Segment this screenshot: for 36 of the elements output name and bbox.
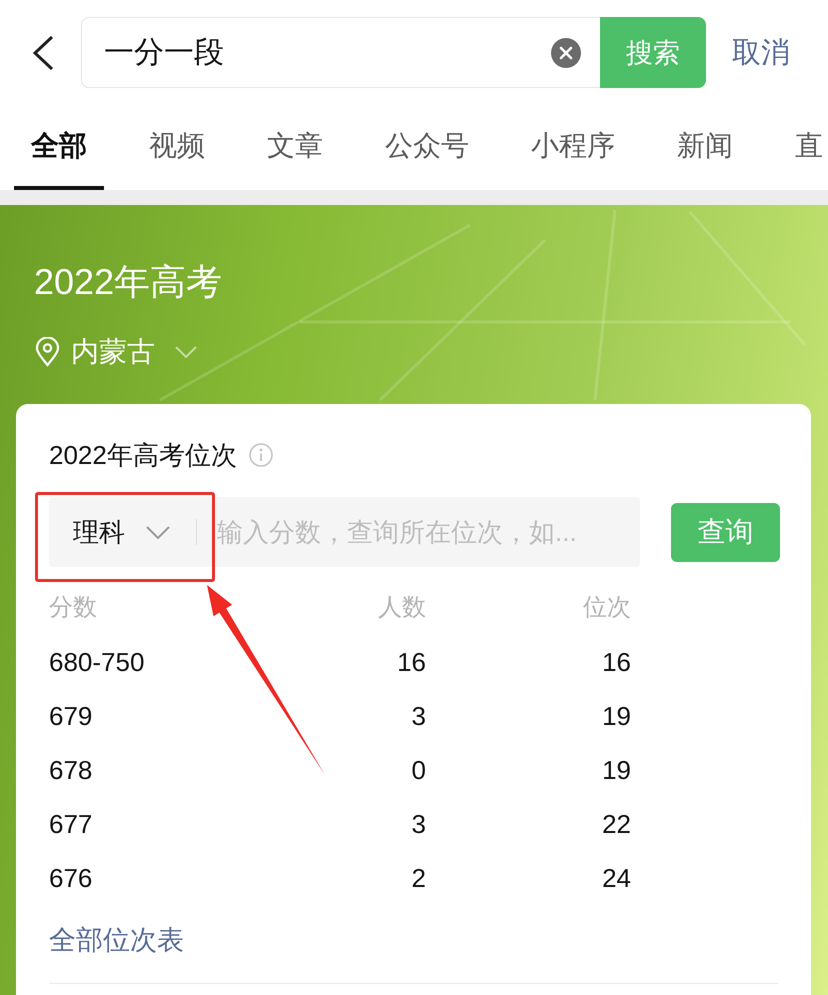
column-header: 分数 (49, 593, 98, 623)
score-input[interactable]: 输入分数，查询所在位次，如... (197, 497, 640, 567)
location-pin-icon (35, 337, 60, 367)
table-cell-text: 22 (602, 808, 631, 841)
table-cell-text: 3 (412, 808, 426, 841)
table-cell-text: 676 (49, 862, 94, 895)
table-cell-text: 2 (412, 862, 426, 895)
back-icon[interactable] (31, 35, 55, 71)
table-cell-text: 16 (602, 646, 631, 679)
table-cell-text: 680-750 (49, 646, 146, 679)
tab[interactable]: 文章 (250, 105, 340, 190)
tab[interactable]: 视频 (132, 105, 222, 190)
chevron-down-icon (175, 346, 197, 358)
tab[interactable]: 小程序 (514, 105, 632, 190)
table-cell-text: 677 (49, 808, 94, 841)
full-ranking-link[interactable]: 全部位次表 (49, 923, 184, 957)
tab[interactable]: 公众号 (368, 105, 486, 190)
column-header: 人数 (378, 593, 426, 623)
card-title: 2022年高考位次 (49, 439, 237, 472)
table-cell-text: 679 (49, 700, 94, 733)
cancel-button[interactable]: 取消 (732, 17, 790, 88)
table-cell-text: 19 (602, 754, 631, 787)
column-header: 位次 (583, 593, 631, 623)
chevron-down-icon (146, 526, 170, 538)
table-cell-text: 24 (602, 862, 631, 895)
table-cell-text: 678 (49, 754, 94, 787)
table-cell-text: 16 (397, 646, 426, 679)
table-cell-text: 19 (602, 700, 631, 733)
subject-dropdown[interactable]: 理科 (49, 497, 196, 567)
tab[interactable]: 直 (778, 105, 828, 190)
banner-title: 2022年高考 (34, 260, 224, 304)
clear-icon[interactable] (551, 38, 581, 68)
table-cell-text: 0 (412, 754, 426, 787)
table-cell-text: 3 (412, 700, 426, 733)
search-field[interactable]: 一分一段 (81, 17, 600, 88)
tab[interactable]: 新闻 (660, 105, 750, 190)
